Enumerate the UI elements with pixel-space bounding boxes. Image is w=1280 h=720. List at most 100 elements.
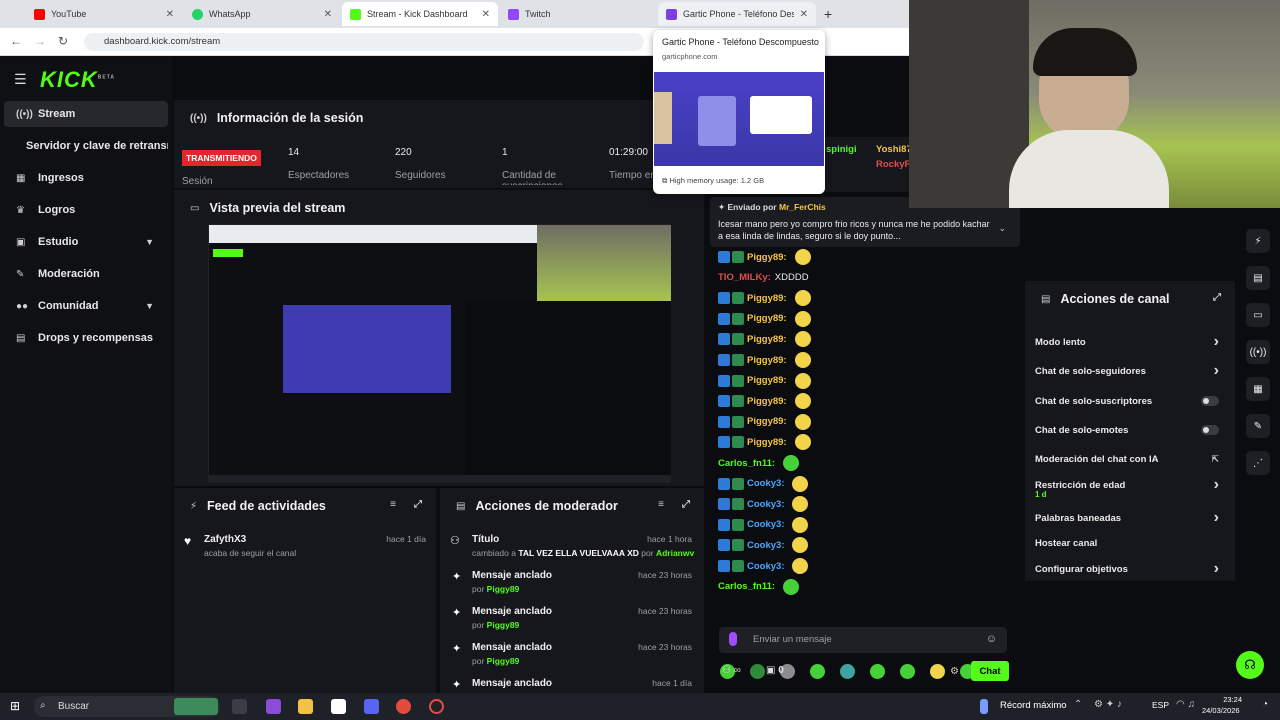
chat-icon[interactable]: ▭: [1246, 303, 1270, 327]
emote-icon[interactable]: [794, 434, 811, 451]
tab-whatsapp[interactable]: WhatsApp ✕: [184, 2, 340, 26]
clock-time[interactable]: 23:24: [1212, 695, 1242, 704]
chat-username[interactable]: Cooky3:: [747, 561, 784, 572]
sidebar-item-server-key[interactable]: Servidor y clave de retransmisión: [4, 133, 168, 159]
chat-username[interactable]: Carlos_fn11:: [718, 581, 775, 592]
network-icon[interactable]: ◠ ♫: [1176, 699, 1195, 710]
chat-username[interactable]: Piggy89:: [747, 437, 787, 448]
bolt-icon[interactable]: ⚡: [1246, 229, 1270, 253]
top-user[interactable]: spinigi: [826, 144, 857, 155]
gift-control[interactable]: ▣ 0: [766, 665, 784, 676]
sidebar-item-estudio[interactable]: ▣ Estudio ▼: [4, 229, 168, 255]
emoji-icon[interactable]: ☺: [986, 633, 997, 645]
emote-icon[interactable]: [792, 475, 809, 492]
copilot-icon[interactable]: [266, 699, 281, 714]
emote-icon[interactable]: [794, 331, 811, 348]
emote-icon[interactable]: [783, 455, 800, 471]
quick-emote-icon[interactable]: [870, 664, 885, 679]
emote-icon[interactable]: [794, 310, 811, 327]
tab-twitch[interactable]: Twitch: [500, 2, 656, 26]
chat-username[interactable]: TIO_MILKy:: [718, 272, 771, 283]
mod-user[interactable]: Piggy89: [487, 620, 520, 630]
new-tab-button[interactable]: +: [824, 6, 832, 22]
emote-icon[interactable]: [794, 413, 811, 430]
mic-icon[interactable]: [729, 632, 737, 646]
chat-username[interactable]: Piggy89:: [747, 355, 787, 366]
support-icon[interactable]: ☊: [1236, 651, 1264, 679]
mod-user[interactable]: Adrianwv: [656, 548, 694, 558]
top-user[interactable]: RockyF: [876, 159, 910, 170]
language-indicator[interactable]: ESP: [1152, 700, 1169, 710]
broadcast-icon[interactable]: ((•)): [1246, 340, 1270, 364]
chat-username[interactable]: Cooky3:: [747, 499, 784, 510]
toggle-switch[interactable]: [1201, 425, 1219, 435]
emote-icon[interactable]: [792, 558, 809, 574]
popout-icon[interactable]: ⤢: [414, 499, 422, 510]
quick-emote-icon[interactable]: [840, 664, 855, 679]
close-icon[interactable]: ✕: [324, 9, 332, 20]
popout-icon[interactable]: ⤢: [1213, 292, 1221, 303]
close-icon[interactable]: ✕: [800, 9, 808, 20]
share-icon[interactable]: ⋰: [1246, 451, 1270, 475]
sidebar-item-logros[interactable]: ♛ Logros: [4, 197, 168, 223]
clipboard-icon[interactable]: ▤: [1246, 266, 1270, 290]
popout-icon[interactable]: ⤢: [682, 499, 690, 510]
tab-kick-dashboard[interactable]: Stream - Kick Dashboard ✕: [342, 2, 498, 26]
chat-username[interactable]: Piggy89:: [747, 396, 787, 407]
chat-username[interactable]: Carlos_fn11:: [718, 458, 775, 469]
notification-icon[interactable]: ◔: [1262, 699, 1268, 710]
channel-action-item[interactable]: Chat de solo-seguidores ›: [1035, 361, 1225, 381]
filter-icon[interactable]: ≡: [658, 499, 664, 510]
sidebar-item-drops[interactable]: ▤ Drops y recompensas: [4, 325, 168, 351]
wrench-icon[interactable]: ✎: [1246, 414, 1270, 438]
menu-icon[interactable]: ☰: [14, 71, 27, 88]
channel-action-item[interactable]: Configurar objetivos ›: [1035, 559, 1225, 579]
quick-emote-icon[interactable]: [810, 664, 825, 679]
chevron-up-icon[interactable]: ⌃: [1074, 699, 1082, 710]
toggle-switch[interactable]: [1201, 396, 1219, 406]
stream-preview-video[interactable]: [208, 224, 671, 483]
forward-icon[interactable]: →: [34, 34, 46, 48]
close-icon[interactable]: ✕: [166, 9, 174, 20]
viewers-control[interactable]: ⚇ ∞: [722, 665, 741, 676]
chat-input[interactable]: Enviar un mensaje ☺: [719, 627, 1007, 653]
top-user[interactable]: Yoshi87: [876, 144, 912, 155]
url-field[interactable]: dashboard.kick.com/stream: [84, 33, 644, 51]
chevron-down-icon[interactable]: ⌄: [998, 223, 1006, 234]
store-icon[interactable]: [331, 699, 346, 714]
discord-icon[interactable]: [364, 699, 379, 714]
tray-text[interactable]: Récord máximo: [1000, 700, 1067, 711]
task-view-icon[interactable]: [232, 699, 247, 714]
chrome-icon[interactable]: [396, 699, 411, 714]
file-explorer-icon[interactable]: [298, 699, 313, 714]
chat-username[interactable]: Cooky3:: [747, 540, 784, 551]
reload-icon[interactable]: ↻: [58, 34, 68, 48]
sidebar-item-ingresos[interactable]: ▦ Ingresos: [4, 165, 168, 191]
emote-icon[interactable]: [794, 393, 811, 410]
emote-icon[interactable]: [794, 290, 811, 307]
emote-icon[interactable]: [794, 372, 811, 389]
emote-icon[interactable]: [792, 516, 809, 533]
chat-username[interactable]: Cooky3:: [747, 519, 784, 530]
send-chat-button[interactable]: Chat: [971, 661, 1009, 681]
emote-icon[interactable]: [792, 496, 809, 513]
obs-icon[interactable]: [429, 699, 444, 714]
channel-action-item[interactable]: Restricción de edad 1 d ›: [1035, 475, 1225, 499]
tab-youtube[interactable]: YouTube ✕: [26, 2, 182, 26]
chat-username[interactable]: Cooky3:: [747, 478, 784, 489]
tab-gartic-phone[interactable]: Gartic Phone - Teléfono Descon ✕: [658, 2, 816, 26]
chat-username[interactable]: Piggy89:: [747, 334, 787, 345]
close-icon[interactable]: ✕: [482, 9, 490, 20]
channel-action-item[interactable]: Chat de solo-emotes: [1035, 420, 1225, 440]
chat-username[interactable]: Piggy89:: [747, 313, 787, 324]
emote-icon[interactable]: [792, 537, 809, 554]
chat-username[interactable]: Piggy89:: [747, 252, 787, 263]
windows-start-icon[interactable]: ⊞: [10, 699, 20, 713]
channel-action-item[interactable]: Hostear canal: [1035, 533, 1225, 553]
mod-user[interactable]: Piggy89: [487, 656, 520, 666]
emote-icon[interactable]: [783, 578, 800, 595]
back-icon[interactable]: ←: [10, 34, 22, 48]
channel-action-item[interactable]: Moderación del chat con IA ⇱: [1035, 449, 1225, 469]
chat-username[interactable]: Piggy89:: [747, 375, 787, 386]
emote-icon[interactable]: [794, 352, 811, 368]
